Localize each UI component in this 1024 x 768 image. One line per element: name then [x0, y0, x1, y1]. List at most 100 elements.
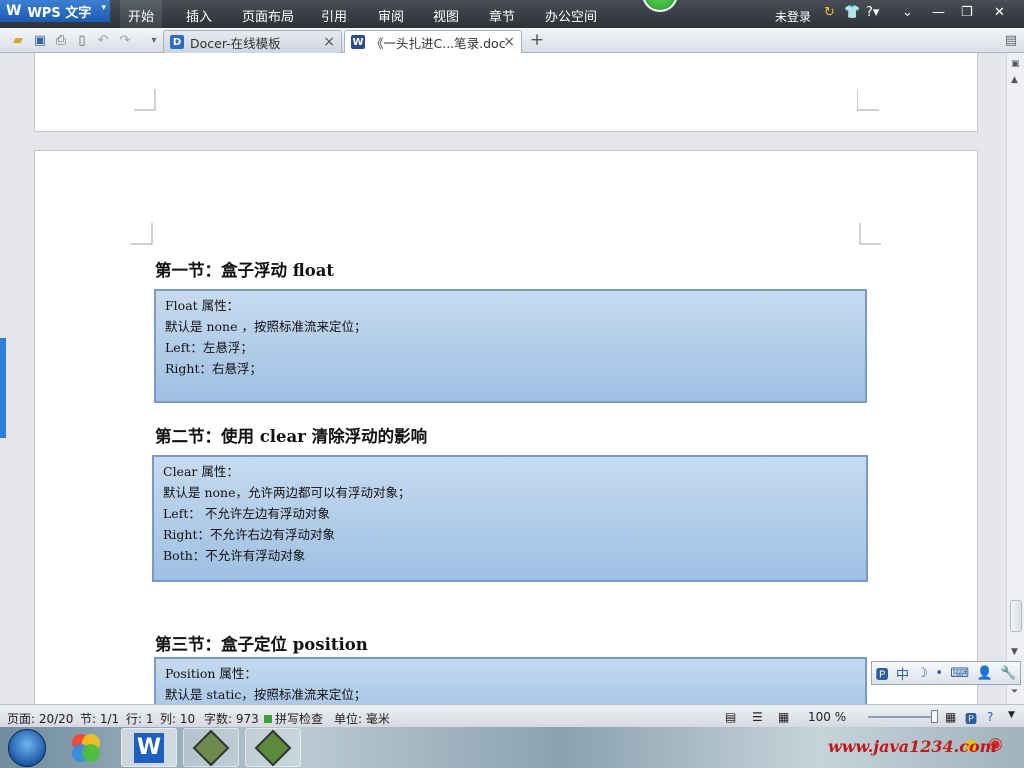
text-line: Position 属性：	[165, 666, 257, 681]
spell-check-label: 拼写检查	[275, 712, 324, 726]
close-tab-icon[interactable]: ×	[503, 34, 515, 50]
ime-toolbar: 🅿 中 ☽ • ⌨ 👤 🔧	[871, 661, 1021, 685]
help-circle-icon[interactable]: ?	[987, 710, 993, 724]
row-indicator: 行: 1	[126, 712, 154, 726]
ime-status-icon[interactable]: 🅿	[965, 710, 977, 727]
text-line: Clear 属性：	[163, 464, 239, 479]
chevron-down-icon: ▾	[101, 3, 106, 13]
text-line: Both：不允许有浮动对象	[163, 548, 306, 563]
menu-bar: W WPS 文字 ▾ 开始 插入 页面布局 引用 审阅 视图 章节 办公空间 未…	[0, 0, 1024, 28]
sync-icon[interactable]: ↻	[824, 5, 835, 20]
section1-textbox[interactable]: Float 属性： 默认是 none ，按照标准流来定位； Left：左悬浮； …	[154, 289, 867, 403]
close-window-icon[interactable]: ✕	[994, 5, 1005, 20]
menu-start[interactable]: 开始	[120, 0, 163, 28]
next-page-icon[interactable]: ⏷	[1011, 687, 1018, 697]
tab-list-icon[interactable]: ▤	[1003, 32, 1019, 48]
menu-review[interactable]: 审阅	[378, 6, 404, 25]
ime-logo-icon[interactable]: 🅿	[876, 664, 889, 683]
menu-office-space[interactable]: 办公空间	[545, 6, 597, 25]
vertical-scrollbar[interactable]: ▣ ▲ ▼ ⏶ ⏷	[1006, 53, 1024, 704]
tools-wrench-icon[interactable]: 🔧	[1000, 666, 1016, 681]
open-folder-icon[interactable]: ▰	[10, 32, 26, 48]
skin-shirt-icon[interactable]: 👕	[844, 5, 860, 20]
app-color-logo-icon[interactable]	[58, 728, 114, 767]
section1-heading: 第一节：盒子浮动 float	[155, 261, 335, 280]
close-tab-icon[interactable]: ×	[323, 34, 335, 50]
redo-icon[interactable]: ↷	[117, 32, 133, 48]
menu-chapter[interactable]: 章节	[489, 6, 515, 25]
crop-mark-icon	[857, 89, 879, 111]
print-icon[interactable]: ⎙	[53, 32, 69, 48]
keyboard-icon[interactable]: ⌨	[950, 666, 969, 681]
zoom-slider[interactable]	[868, 716, 938, 718]
help-icon: ?	[866, 5, 873, 20]
page-indicator[interactable]: 页面: 20/20	[7, 710, 73, 727]
crop-mark-icon	[134, 89, 156, 111]
user-icon[interactable]: 👤	[977, 666, 993, 681]
restore-icon[interactable]: ❐	[961, 5, 973, 20]
spell-check-toggle[interactable]: 拼写检查	[264, 710, 323, 727]
save-icon[interactable]: ▣	[32, 32, 48, 48]
scroll-down-small-icon[interactable]: ▼	[1008, 710, 1015, 720]
page-view-icon[interactable]: ▤	[725, 710, 736, 724]
watermark-text: www.java1234.com	[828, 737, 997, 756]
spell-check-icon	[264, 715, 272, 723]
fit-page-icon[interactable]: ▦	[945, 710, 956, 724]
wps-writer-taskbar-button[interactable]: W	[121, 728, 177, 767]
outline-view-icon[interactable]: ☰	[752, 710, 763, 724]
undo-icon[interactable]: ↶	[95, 32, 111, 48]
tab-docer-templates[interactable]: D Docer-在线模板 ×	[163, 30, 342, 53]
text-line: 默认是 static，按照标准流来定位；	[165, 687, 367, 702]
tab-document[interactable]: W 《一头扎进C...笔录.doc ×	[344, 30, 522, 53]
recorder-app-taskbar-button[interactable]	[245, 728, 301, 767]
unit-indicator[interactable]: 单位: 毫米	[334, 710, 390, 727]
word-count[interactable]: 字数: 973	[204, 710, 259, 727]
text-line: Right：右悬浮；	[165, 361, 262, 376]
menu-page-layout[interactable]: 页面布局	[242, 6, 294, 25]
section2-textbox[interactable]: Clear 属性： 默认是 none，允许两边都可以有浮动对象； Left： 不…	[152, 455, 868, 582]
status-bar: 页面: 20/20 节: 1/1 行: 1 列: 10 字数: 973 拼写检查…	[0, 704, 1024, 727]
menu-view[interactable]: 视图	[433, 6, 459, 25]
menu-insert[interactable]: 插入	[186, 6, 212, 25]
text-line: Left：左悬浮；	[165, 340, 253, 355]
tab-label: Docer-在线模板	[190, 35, 281, 51]
minimize-icon[interactable]: —	[932, 5, 945, 20]
help-button[interactable]: ?▾	[866, 5, 879, 20]
document-page[interactable]: 第一节：盒子浮动 float Float 属性： 默认是 none ，按照标准流…	[34, 150, 978, 704]
word-doc-icon: W	[351, 35, 365, 49]
web-view-icon[interactable]: ▦	[778, 710, 789, 724]
print-preview-icon[interactable]: ▯	[74, 32, 90, 48]
wps-app-menu-button[interactable]: W WPS 文字 ▾	[0, 0, 110, 22]
half-width-moon-icon[interactable]: ☽	[916, 666, 928, 681]
customize-toolbar-icon[interactable]: ▾	[146, 32, 162, 48]
scroll-up-icon[interactable]: ▲	[1011, 75, 1018, 85]
new-tab-icon[interactable]: +	[529, 30, 545, 50]
text-line: Float 属性：	[165, 298, 240, 313]
punctuation-icon[interactable]: •	[935, 666, 943, 681]
document-page-previous	[34, 53, 978, 132]
scroll-down-icon[interactable]: ▼	[1011, 647, 1018, 657]
section3-heading: 第三节：盒子定位 position	[155, 635, 368, 654]
status-indicator-icon[interactable]	[642, 0, 678, 12]
zoom-slider-handle[interactable]	[931, 710, 938, 723]
document-canvas[interactable]: 第一节：盒子浮动 float Float 属性： 默认是 none ，按照标准流…	[0, 53, 1006, 704]
tab-label: 《一头扎进C...笔录.doc	[371, 35, 506, 51]
side-panel-toggle[interactable]	[0, 338, 6, 438]
start-button[interactable]	[8, 729, 46, 767]
video-app-icon	[192, 729, 230, 766]
menu-references[interactable]: 引用	[321, 6, 347, 25]
column-indicator: 列: 10	[160, 712, 196, 726]
video-app-taskbar-button[interactable]	[183, 728, 239, 767]
ime-mode-toggle[interactable]: 中	[896, 664, 909, 683]
section3-textbox[interactable]: Position 属性： 默认是 static，按照标准流来定位；	[154, 657, 867, 704]
section2-heading: 第二节：使用 clear 清除浮动的影响	[155, 427, 428, 446]
text-line: Right：不允许右边有浮动对象	[163, 527, 335, 542]
docer-icon: D	[170, 35, 184, 49]
scrollbar-thumb[interactable]	[1010, 600, 1022, 632]
wps-writer-icon: W	[134, 732, 164, 763]
crop-mark-icon	[859, 223, 881, 245]
document-map-icon[interactable]: ▣	[1011, 59, 1020, 69]
login-link[interactable]: 未登录	[775, 8, 811, 25]
ribbon-collapse-icon[interactable]: ⌄	[902, 5, 913, 20]
zoom-level[interactable]: 100 %	[808, 710, 846, 724]
